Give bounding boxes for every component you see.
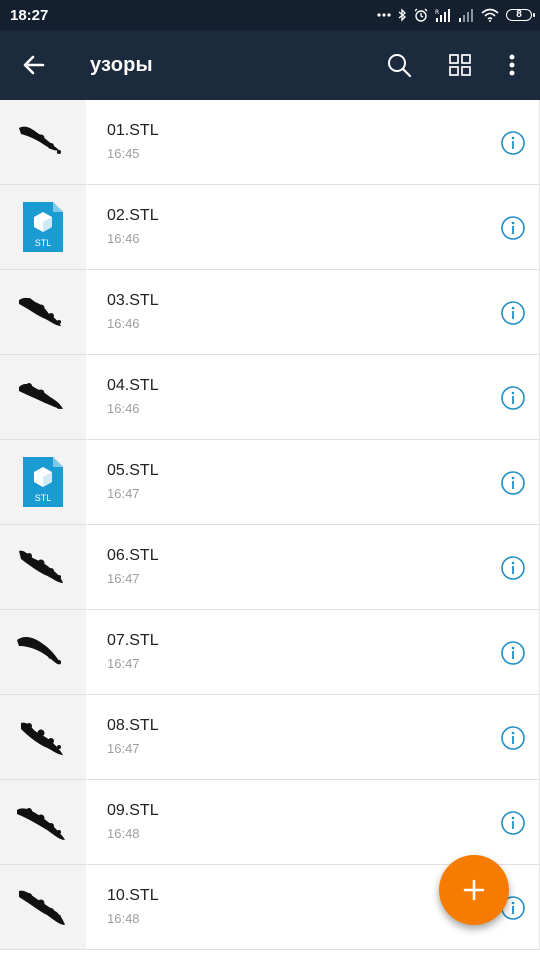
file-info-button[interactable] [500, 215, 526, 241]
file-name: 07.STL [107, 632, 159, 649]
back-button[interactable] [16, 47, 52, 83]
info-icon [501, 131, 525, 155]
list-item[interactable]: 09.STL 16:48 [0, 780, 539, 865]
file-time: 16:48 [107, 911, 140, 926]
file-info-button[interactable] [500, 385, 526, 411]
list-item[interactable]: 04.STL 16:46 [0, 355, 539, 440]
file-thumbnail: STL [0, 185, 86, 269]
file-name: 09.STL [107, 802, 159, 819]
file-info-button[interactable] [500, 470, 526, 496]
more-options-button[interactable] [494, 47, 530, 83]
file-name: 06.STL [107, 547, 159, 564]
battery-icon: 8 [506, 9, 535, 21]
add-button[interactable] [439, 855, 509, 925]
file-name: 10.STL [107, 887, 159, 904]
list-item[interactable]: 06.STL 16:47 [0, 525, 539, 610]
file-info-button[interactable] [500, 300, 526, 326]
search-icon [388, 54, 412, 78]
pattern-preview-icon [19, 890, 65, 925]
list-item[interactable]: 01.STL 16:45 [0, 100, 539, 185]
file-time: 16:46 [107, 231, 140, 246]
file-time: 16:45 [107, 146, 140, 161]
file-info-button[interactable] [500, 810, 526, 836]
file-thumbnail [0, 865, 86, 949]
wifi-icon [481, 8, 499, 22]
status-bar: 18:27 R 8 [0, 0, 540, 30]
stl-icon-label: STL [35, 238, 52, 248]
file-thumbnail [0, 100, 86, 184]
info-icon [501, 386, 525, 410]
app-bar: узоры [0, 30, 540, 100]
stl-file-icon: STL [23, 202, 63, 252]
page-title: узоры [90, 54, 153, 76]
file-info-button[interactable] [500, 130, 526, 156]
pattern-preview-icon [19, 126, 61, 154]
pattern-preview-icon [19, 297, 61, 326]
file-info-button[interactable] [500, 640, 526, 666]
info-icon [501, 471, 525, 495]
signal-r-icon: R [435, 9, 450, 22]
more-dots-icon [377, 13, 391, 17]
file-time: 16:47 [107, 741, 140, 756]
search-button[interactable] [381, 47, 417, 83]
file-time: 16:46 [107, 316, 140, 331]
file-thumbnail [0, 610, 86, 694]
list-item[interactable]: 03.STL 16:46 [0, 270, 539, 355]
pattern-preview-icon [17, 637, 61, 665]
back-arrow-icon [23, 55, 45, 75]
file-thumbnail [0, 525, 86, 609]
file-thumbnail [0, 695, 86, 779]
info-icon [501, 556, 525, 580]
file-info-button[interactable] [500, 725, 526, 751]
file-time: 16:47 [107, 571, 140, 586]
grid-view-button[interactable] [442, 47, 478, 83]
file-name: 01.STL [107, 122, 159, 139]
more-vert-icon [509, 54, 515, 76]
bluetooth-icon [398, 8, 406, 22]
file-name: 05.STL [107, 462, 159, 479]
list-item[interactable]: STL 05.STL 16:47 [0, 440, 539, 525]
file-info-button[interactable] [500, 555, 526, 581]
plus-icon [463, 879, 485, 901]
pattern-preview-icon [19, 550, 63, 583]
file-name: 02.STL [107, 207, 159, 224]
file-thumbnail: STL [0, 440, 86, 524]
file-time: 16:47 [107, 656, 140, 671]
signal-icon [459, 9, 473, 22]
file-time: 16:46 [107, 401, 140, 416]
info-icon [501, 216, 525, 240]
pattern-preview-icon [17, 808, 65, 840]
status-icons: R 8 [377, 6, 535, 24]
file-thumbnail [0, 270, 86, 354]
stl-icon-label: STL [35, 493, 52, 503]
file-list: 01.STL 16:45 STL 02.STL 16:46 03.STL 16:46 04.S… [0, 100, 540, 950]
grid-view-icon [449, 54, 471, 76]
pattern-preview-icon [21, 722, 63, 755]
info-icon [501, 641, 525, 665]
pattern-preview-icon [19, 383, 63, 409]
info-icon [501, 811, 525, 835]
list-item[interactable]: STL 02.STL 16:46 [0, 185, 539, 270]
file-time: 16:47 [107, 486, 140, 501]
svg-text:R: R [435, 9, 439, 16]
battery-level: 8 [516, 9, 522, 20]
list-item[interactable]: 07.STL 16:47 [0, 610, 539, 695]
status-time: 18:27 [10, 7, 49, 24]
file-name: 03.STL [107, 292, 159, 309]
stl-file-icon: STL [23, 457, 63, 507]
list-item[interactable]: 08.STL 16:47 [0, 695, 539, 780]
alarm-icon [414, 8, 428, 22]
file-name: 04.STL [107, 377, 159, 394]
file-time: 16:48 [107, 826, 140, 841]
info-icon [501, 301, 525, 325]
file-thumbnail [0, 355, 86, 439]
info-icon [501, 726, 525, 750]
file-name: 08.STL [107, 717, 159, 734]
file-thumbnail [0, 780, 86, 864]
